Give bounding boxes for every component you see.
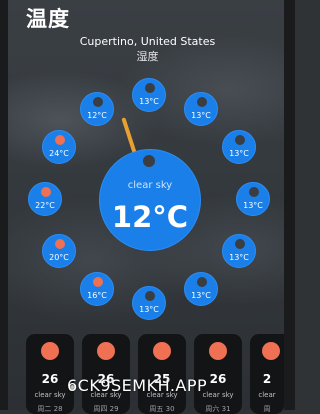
moon-icon xyxy=(145,83,155,93)
hour-bubble[interactable]: 16°C xyxy=(80,272,114,306)
day-date: 周 xyxy=(263,405,271,413)
hour-temp: 13°C xyxy=(191,111,211,120)
hour-temp: 12°C xyxy=(87,111,107,120)
sun-icon xyxy=(93,277,103,287)
location-label: Cupertino, United States xyxy=(79,35,216,48)
moon-icon xyxy=(235,239,245,249)
moon-icon xyxy=(93,97,103,107)
day-card[interactable]: 26 clear sky 周六 31 xyxy=(194,334,242,414)
hour-temp: 20°C xyxy=(49,253,69,262)
hour-bubble[interactable]: 13°C xyxy=(132,78,166,112)
moon-icon xyxy=(235,135,245,145)
day-card[interactable]: 2 clear 周 xyxy=(250,334,284,414)
hour-temp: 13°C xyxy=(139,97,159,106)
moon-icon xyxy=(197,97,207,107)
sun-icon xyxy=(41,187,51,197)
day-temp: 2 xyxy=(262,372,272,386)
sun-icon xyxy=(41,342,59,360)
hour-bubble[interactable]: 24°C xyxy=(42,130,76,164)
hour-temp: 13°C xyxy=(243,201,263,210)
hour-bubble[interactable]: 13°C xyxy=(184,92,218,126)
sun-icon xyxy=(55,135,65,145)
day-card[interactable]: 26 clear sky 周二 28 xyxy=(26,334,74,414)
subtitle-label: 湿度 xyxy=(136,50,159,63)
day-desc: clear xyxy=(258,391,276,399)
sun-icon xyxy=(97,342,115,360)
moon-icon xyxy=(197,277,207,287)
sun-icon xyxy=(55,239,65,249)
moon-icon xyxy=(143,155,155,167)
hour-bubble[interactable]: 20°C xyxy=(42,234,76,268)
hour-temp: 24°C xyxy=(49,149,69,158)
hour-bubble[interactable]: 13°C xyxy=(184,272,218,306)
hour-temp: 13°C xyxy=(229,149,249,158)
current-weather-dial[interactable]: clear sky 12°C xyxy=(99,149,201,251)
day-date: 周四 29 xyxy=(93,405,119,413)
page-title: 温度 xyxy=(26,7,70,31)
sun-icon xyxy=(262,342,280,360)
day-card[interactable]: 26 clear sky 周四 29 xyxy=(82,334,130,414)
hour-bubble[interactable]: 13°C xyxy=(222,234,256,268)
hour-bubble[interactable]: 13°C xyxy=(222,130,256,164)
hour-temp: 22°C xyxy=(35,201,55,210)
hour-bubble[interactable]: 13°C xyxy=(236,182,270,216)
hour-temp: 16°C xyxy=(87,291,107,300)
hour-temp: 13°C xyxy=(191,291,211,300)
hour-bubble[interactable]: 12°C xyxy=(80,92,114,126)
current-temperature: 12°C xyxy=(111,200,189,234)
watermark-text: 6CK9SEMKH.APP xyxy=(67,376,208,395)
moon-icon xyxy=(145,291,155,301)
sun-icon xyxy=(153,342,171,360)
hour-bubble[interactable]: 22°C xyxy=(28,182,62,216)
day-card[interactable]: 25 clear sky 周五 30 xyxy=(138,334,186,414)
hour-bubble[interactable]: 13°C xyxy=(132,286,166,320)
sun-icon xyxy=(209,342,227,360)
day-date: 周五 30 xyxy=(149,405,175,413)
hour-temp: 13°C xyxy=(229,253,249,262)
moon-icon xyxy=(249,187,259,197)
hour-temp: 13°C xyxy=(139,305,159,314)
day-date: 周六 31 xyxy=(205,405,231,413)
current-condition: clear sky xyxy=(127,180,173,191)
day-date: 周二 28 xyxy=(37,405,63,413)
